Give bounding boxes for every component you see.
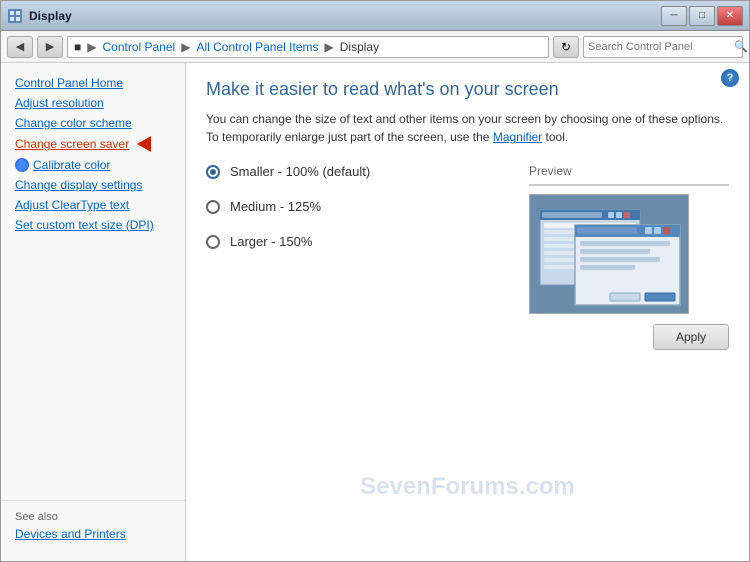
sidebar-item-adjust-resolution[interactable]: Adjust resolution [1, 93, 185, 113]
minimize-button[interactable]: ─ [661, 6, 687, 26]
preview-label: Preview [529, 164, 729, 178]
help-icon[interactable]: ? [721, 69, 739, 87]
sidebar-label-adjust-cleartype: Adjust ClearType text [15, 198, 129, 212]
content-desc-part1: You can change the size of text and othe… [206, 112, 723, 144]
magnifier-link[interactable]: Magnifier [493, 130, 542, 144]
preview-image [529, 194, 689, 314]
option-medium-label: Medium - 125% [230, 199, 321, 214]
title-bar-left: Display [7, 8, 72, 24]
arrow-icon [137, 136, 151, 152]
option-larger-label: Larger - 150% [230, 234, 312, 249]
radio-smaller[interactable] [206, 165, 220, 179]
search-box: 🔍 [583, 36, 743, 58]
watermark: SevenForums.com [360, 473, 575, 501]
option-larger[interactable]: Larger - 150% [206, 234, 509, 249]
sidebar-label-change-display-settings: Change display settings [15, 178, 142, 192]
close-button[interactable]: ✕ [717, 6, 743, 26]
sidebar-bottom: See also Devices and Printers [1, 500, 185, 551]
see-also-label: See also [15, 511, 171, 523]
address-path: ■ ▶ Control Panel ▶ All Control Panel It… [67, 36, 549, 58]
sidebar-label-calibrate-color: Calibrate color [33, 158, 110, 172]
sidebar-item-adjust-cleartype[interactable]: Adjust ClearType text [1, 195, 185, 215]
refresh-button[interactable]: ↻ [553, 36, 579, 58]
maximize-button[interactable]: □ [689, 6, 715, 26]
radio-medium[interactable] [206, 200, 220, 214]
search-input[interactable] [588, 41, 730, 53]
options-column: Smaller - 100% (default) Medium - 125% L… [206, 164, 509, 314]
path-control-panel[interactable]: Control Panel [102, 40, 175, 54]
sidebar-label-control-panel-home: Control Panel Home [15, 76, 123, 90]
option-smaller-label: Smaller - 100% (default) [230, 164, 370, 179]
option-smaller[interactable]: Smaller - 100% (default) [206, 164, 509, 179]
title-bar: Display ─ □ ✕ [1, 1, 749, 31]
apply-row: Apply [206, 324, 729, 350]
path-home-icon: ■ [74, 40, 81, 54]
content-title: Make it easier to read what's on your sc… [206, 79, 729, 100]
title-bar-controls: ─ □ ✕ [661, 6, 743, 26]
content-description: You can change the size of text and othe… [206, 110, 729, 146]
back-button[interactable]: ◀ [7, 36, 33, 58]
forward-button[interactable]: ▶ [37, 36, 63, 58]
calibrate-icon [15, 158, 29, 172]
preview-column: Preview [529, 164, 729, 314]
sidebar-label-set-custom-text-size: Set custom text size (DPI) [15, 218, 154, 232]
preview-svg [530, 195, 689, 314]
search-icon[interactable]: 🔍 [734, 40, 748, 53]
apply-button[interactable]: Apply [653, 324, 729, 350]
sidebar-label-change-color-scheme: Change color scheme [15, 116, 132, 130]
sidebar-label-adjust-resolution: Adjust resolution [15, 96, 104, 110]
main-window: Display ─ □ ✕ ◀ ▶ ■ ▶ Control Panel ▶ Al… [0, 0, 750, 562]
content-desc-part2: tool. [542, 130, 568, 144]
address-bar: ◀ ▶ ■ ▶ Control Panel ▶ All Control Pane… [1, 31, 749, 63]
sidebar-item-devices-printers[interactable]: Devices and Printers [15, 527, 171, 541]
sidebar-item-change-screen-saver[interactable]: Change screen saver [1, 133, 185, 155]
options-preview-row: Smaller - 100% (default) Medium - 125% L… [206, 164, 729, 314]
main-area: Control Panel Home Adjust resolution Cha… [1, 63, 749, 561]
sidebar-item-change-color-scheme[interactable]: Change color scheme [1, 113, 185, 133]
sidebar-item-change-display-settings[interactable]: Change display settings [1, 175, 185, 195]
sidebar-item-calibrate-color[interactable]: Calibrate color [1, 155, 185, 175]
path-display: Display [340, 40, 379, 54]
content-area: ? Make it easier to read what's on your … [186, 63, 749, 561]
sidebar: Control Panel Home Adjust resolution Cha… [1, 63, 186, 561]
sidebar-label-change-screen-saver: Change screen saver [15, 137, 129, 151]
title-bar-text: Display [29, 9, 72, 23]
option-medium[interactable]: Medium - 125% [206, 199, 509, 214]
window-icon [7, 8, 23, 24]
radio-larger[interactable] [206, 235, 220, 249]
sidebar-item-set-custom-text-size[interactable]: Set custom text size (DPI) [1, 215, 185, 235]
preview-divider [529, 184, 729, 186]
sidebar-item-control-panel-home[interactable]: Control Panel Home [1, 73, 185, 93]
path-all-items[interactable]: All Control Panel Items [196, 40, 318, 54]
